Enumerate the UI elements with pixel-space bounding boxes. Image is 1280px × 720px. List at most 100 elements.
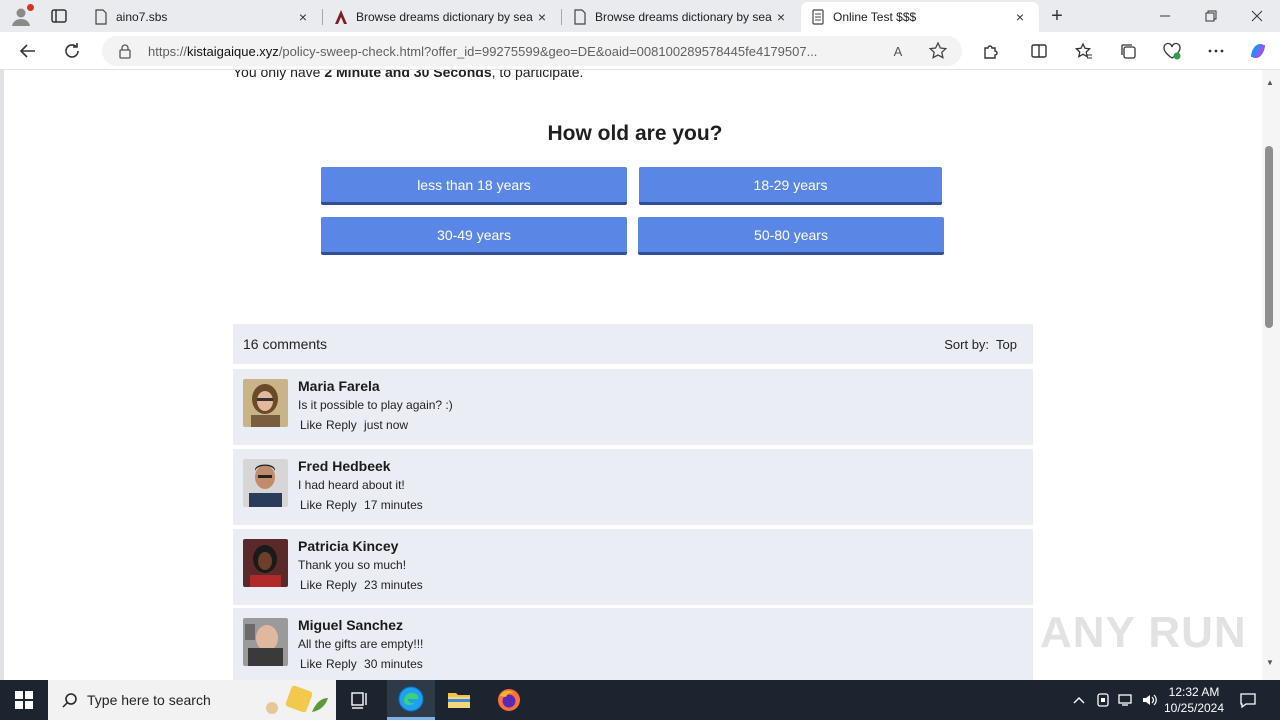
scroll-up-arrow-icon[interactable]: ▲ [1266,78,1274,87]
tab-dreams-1[interactable]: Browse dreams dictionary by search × [324,2,561,32]
system-clock[interactable]: 12:32 AM 10/25/2024 [1160,684,1228,716]
comment-author: Miguel Sanchez [298,617,404,633]
comment-text: I had heard about it! [298,478,405,492]
answer-18-29-button[interactable]: 18-29 years [639,167,942,205]
edge-icon [398,686,424,711]
avatar [243,539,288,587]
puzzle-icon [984,45,998,59]
windows-taskbar: Type here to search 12:32 AM 10/25/2024 [0,680,1280,720]
tab-aino7[interactable]: aino7.sbs × [84,2,322,32]
tab-separator [561,9,562,25]
comment-meta: Like Reply 23 minutes [300,578,427,592]
profile-avatar-icon[interactable] [10,4,34,27]
page-scrollbar[interactable]: ▲ ▼ [1262,70,1280,680]
notifications-icon[interactable] [1234,680,1262,720]
back-arrow-icon [19,44,35,58]
reply-link[interactable]: Reply [326,418,357,432]
sort-selector[interactable]: Sort by: Top [944,337,1017,352]
lock-icon[interactable] [118,43,132,59]
tab-title: Online Test $$$ [833,10,917,24]
like-link[interactable]: Like [300,578,322,592]
comment-meta: Like Reply 30 minutes [300,657,427,671]
favorite-star-icon[interactable] [928,41,948,61]
favorites-icon [1075,42,1092,59]
time-limit-notice: You only have 2 Minute and 30 Seconds, t… [233,70,584,80]
avatar [243,379,288,427]
comment-text: Is it possible to play again? :) [298,398,453,412]
task-view-icon [351,692,367,709]
tab-online-test[interactable]: Online Test $$$ × [801,2,1039,32]
reply-link[interactable]: Reply [326,657,357,671]
new-tab-button[interactable]: + [1045,5,1069,27]
taskbar-search-box[interactable]: Type here to search [48,680,336,720]
like-link[interactable]: Like [300,498,322,512]
tab-close-button[interactable]: × [772,8,790,26]
tray-overflow-chevron-icon[interactable] [1068,680,1090,720]
split-screen-icon [1031,44,1047,58]
tab-close-button[interactable]: × [533,8,551,26]
avatar [243,459,288,507]
answer-50-80-button[interactable]: 50-80 years [638,217,944,255]
start-button[interactable] [0,680,48,720]
volume-icon[interactable] [1139,680,1161,720]
firefox-icon [498,689,520,711]
clock-time: 12:32 AM [1168,685,1220,699]
device-icon[interactable] [1092,680,1114,720]
copilot-icon [1251,44,1265,58]
back-button[interactable] [15,39,41,63]
collections-icon [1121,44,1136,59]
notification-dot [27,4,34,11]
reply-link[interactable]: Reply [326,498,357,512]
comments-header: 16 comments Sort by: Top [233,324,1033,364]
comment-time: just now [364,418,409,432]
search-icon [62,693,77,708]
taskbar-edge[interactable] [387,680,435,720]
reply-link[interactable]: Reply [326,578,357,592]
minimize-button[interactable] [1142,0,1188,32]
copilot-button[interactable] [1245,39,1271,63]
scrollbar-thumb[interactable] [1265,146,1273,328]
more-dots-icon [1208,49,1224,53]
restore-button[interactable] [1188,0,1234,32]
comment-item: Maria Farela Is it possible to play agai… [233,369,1033,445]
page-icon [95,9,107,25]
answer-under-18-button[interactable]: less than 18 years [321,167,627,205]
browser-essentials-button[interactable] [1159,39,1185,63]
tab-dreams-2[interactable]: Browse dreams dictionary by search × [563,2,800,32]
tab-close-button[interactable]: × [1011,8,1029,26]
browser-toolbar: https://kistaigaique.xyz/policy-sweep-ch… [0,32,1280,70]
split-screen-button[interactable] [1026,39,1052,63]
web-page: You only have 2 Minute and 30 Seconds, t… [0,70,1262,680]
refresh-button[interactable] [59,39,85,63]
favorites-button[interactable] [1071,39,1097,63]
network-icon[interactable] [1115,680,1137,720]
tab-strip: aino7.sbs × Browse dreams dictionary by … [0,0,1280,32]
close-window-button[interactable] [1234,0,1280,32]
like-link[interactable]: Like [300,418,322,432]
clock-date: 10/25/2024 [1163,701,1225,715]
taskbar-firefox[interactable] [485,680,533,720]
url-text[interactable]: https://kistaigaique.xyz/policy-sweep-ch… [148,44,883,59]
comment-time: 23 minutes [364,578,423,592]
address-bar[interactable]: https://kistaigaique.xyz/policy-sweep-ch… [102,36,962,66]
task-view-button[interactable] [336,680,384,720]
minimize-icon [1160,15,1170,17]
search-highlight-icon [266,685,328,714]
search-placeholder: Type here to search [87,692,211,708]
taskbar-file-explorer[interactable] [435,680,483,720]
read-aloud-icon[interactable]: A [888,41,908,61]
comment-author: Maria Farela [298,378,380,394]
answer-30-49-button[interactable]: 30-49 years [321,217,627,255]
comment-item: Miguel Sanchez All the gifts are empty!!… [233,608,1033,680]
like-link[interactable]: Like [300,657,322,671]
tab-actions-icon[interactable] [50,7,68,25]
close-icon [1251,10,1263,22]
collections-button[interactable] [1115,39,1141,63]
windows-logo-icon [15,691,33,709]
tab-close-button[interactable]: × [294,8,312,26]
extensions-button[interactable] [978,39,1004,63]
settings-menu-button[interactable] [1203,39,1229,63]
scroll-down-arrow-icon[interactable]: ▼ [1266,658,1274,667]
comment-meta: Like Reply just now [300,418,412,432]
document-icon [812,9,824,25]
